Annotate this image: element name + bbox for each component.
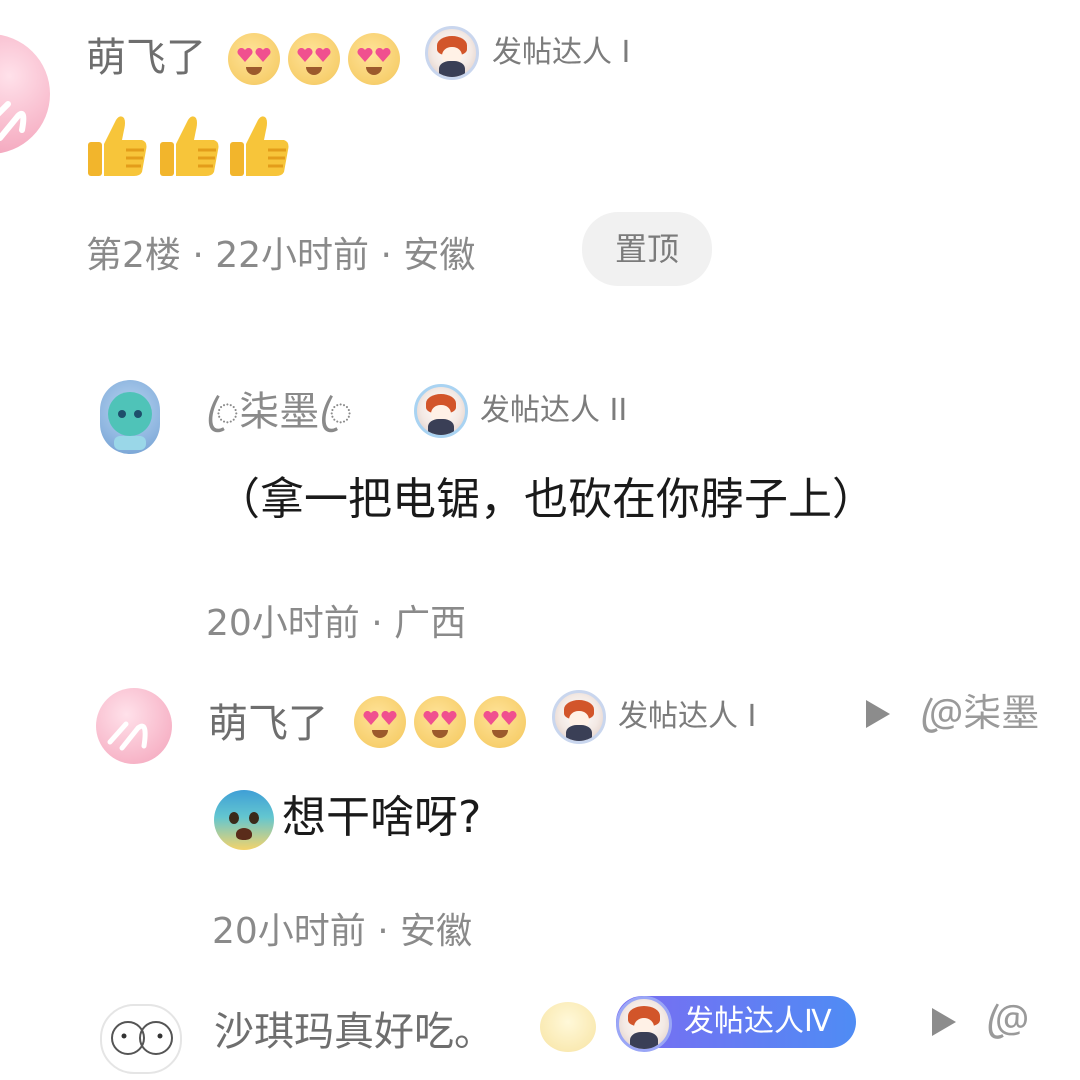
poster-badge-icon[interactable]	[414, 384, 468, 438]
badge-label: 发帖达人 I	[492, 35, 631, 70]
poster-badge-icon[interactable]	[425, 26, 479, 80]
heart-eyes-emoji-icon	[228, 33, 280, 85]
reply-arrow-icon	[932, 1008, 956, 1036]
thumbs-up-emoji-icon	[88, 116, 147, 176]
badge-label: 发帖达人 I	[618, 699, 757, 734]
heart-eyes-emoji-icon	[348, 33, 400, 85]
username[interactable]: 沙琪玛真好吃。	[214, 1012, 494, 1052]
heart-eyes-emoji-icon	[474, 696, 526, 748]
badge-label: 发帖达人Ⅳ	[684, 1004, 832, 1039]
thumbs-up-emoji-icon	[160, 116, 219, 176]
poster-badge-icon	[616, 996, 672, 1052]
avatar[interactable]	[100, 380, 160, 454]
fearful-face-emoji-icon	[214, 790, 274, 850]
comment-meta: 20小时前 · 安徽	[212, 911, 473, 952]
reply-arrow-icon	[866, 700, 890, 728]
heart-eyes-emoji-icon	[414, 696, 466, 748]
poster-badge-icon[interactable]	[552, 690, 606, 744]
reply-to-mention[interactable]: @ꦿ柒墨	[920, 694, 1039, 732]
avatar-art-icon	[0, 101, 27, 141]
avatar[interactable]	[100, 1004, 182, 1074]
comment-thread: 萌飞了 发帖达人 I 第2楼 · 22小时前 · 安徽 置顶 ꦿ柒墨ꦿ 发帖达人…	[0, 0, 1080, 1080]
avatar-art-icon	[111, 1021, 173, 1055]
badge-label: 发帖达人 II	[480, 393, 628, 428]
avatar-art-icon	[108, 392, 152, 450]
avatar[interactable]	[96, 688, 172, 764]
thumbs-up-emoji-icon	[230, 116, 289, 176]
username[interactable]: 萌飞了	[208, 704, 328, 744]
comment-content: 想干啥呀?	[282, 792, 482, 843]
comment-meta: 第2楼 · 22小时前 · 安徽	[86, 235, 476, 276]
heart-eyes-emoji-icon	[354, 696, 406, 748]
avatar[interactable]	[0, 34, 50, 154]
avatar-art-icon	[107, 721, 148, 751]
username[interactable]: 萌飞了	[86, 38, 206, 78]
comment-meta: 20小时前 · 广西	[206, 603, 467, 644]
steam-face-emoji-icon	[540, 1002, 596, 1052]
comment-content: （拿一把电锯，也砍在你脖子上）	[216, 474, 876, 525]
reply-to-mention[interactable]: @ꦿ	[986, 1000, 1029, 1038]
pin-button[interactable]: 置顶	[582, 212, 712, 286]
heart-eyes-emoji-icon	[288, 33, 340, 85]
username[interactable]: ꦿ柒墨ꦿ	[206, 392, 353, 432]
